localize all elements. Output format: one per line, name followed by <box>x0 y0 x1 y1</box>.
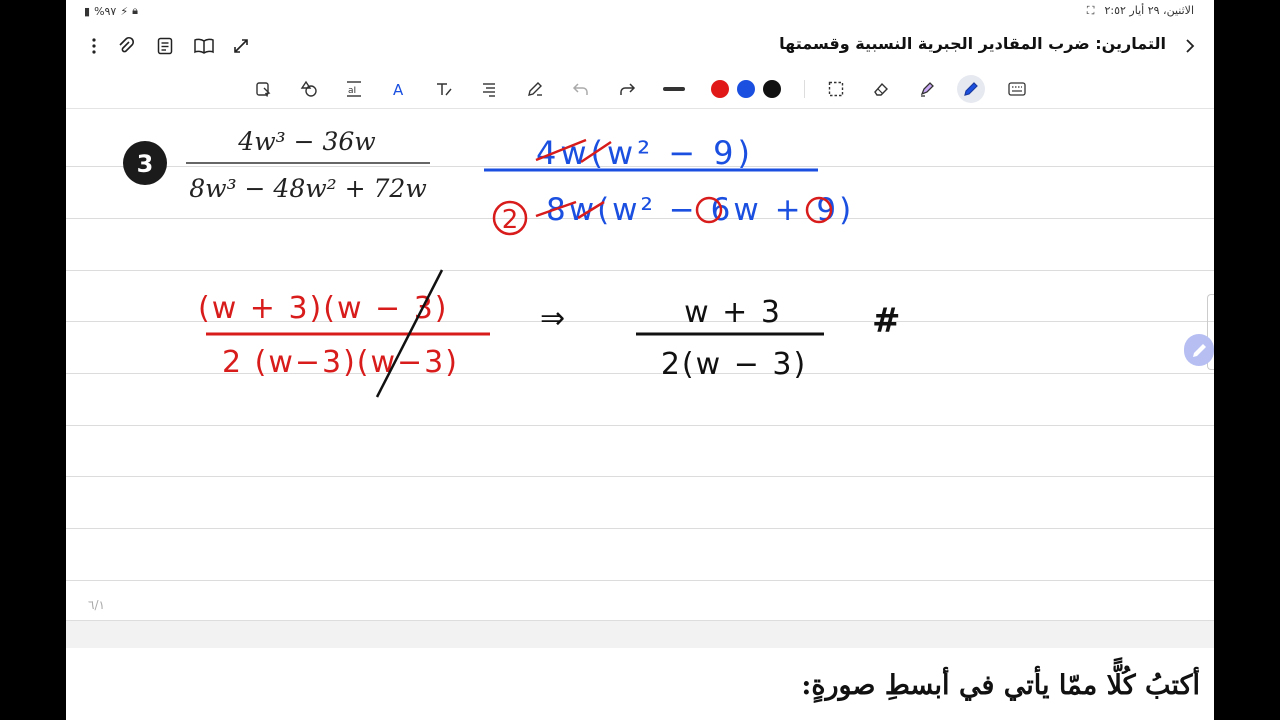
redo-button[interactable] <box>613 75 641 103</box>
book-icon <box>194 38 214 54</box>
expand-button[interactable] <box>227 32 255 60</box>
status-bar: ▮ %٩٧ ⚡ 🔒︎ الاثنين، ٢٩ أيار ٢:٥٢ ⛶ <box>66 0 1214 24</box>
pen-edit-icon <box>528 82 542 96</box>
lasso-select-icon <box>256 82 271 97</box>
more-options-button[interactable] <box>80 32 108 60</box>
chevron-right-icon <box>1186 39 1195 53</box>
lasso-tool[interactable] <box>822 75 850 103</box>
page-list-button[interactable] <box>151 32 179 60</box>
reading-mode-button[interactable] <box>190 32 218 60</box>
circled-two: 2 <box>502 205 519 235</box>
dashed-select-icon <box>828 81 844 97</box>
svg-text:aI: aI <box>348 86 356 96</box>
pen-icon <box>964 82 978 96</box>
color-blue-swatch[interactable] <box>737 80 755 98</box>
status-datetime: الاثنين، ٢٩ أيار ٢:٥٢ <box>1104 4 1195 17</box>
fullscreen-icon: ⛶ <box>1086 4 1095 17</box>
battery-icon: ▮ <box>84 4 91 18</box>
drawing-toolbar: aI A <box>66 70 1214 109</box>
note-canvas[interactable]: 3 4w³ − 36w 8w³ − 48w² + 72w 4w(w² − 9) … <box>66 110 1214 620</box>
select-tool[interactable] <box>250 75 278 103</box>
more-icon <box>92 38 96 54</box>
lock-icon: 🔒︎ <box>132 4 138 17</box>
exercise-numerator: 4w³ − 36w <box>237 127 375 156</box>
shapes-tool[interactable] <box>295 75 323 103</box>
highlighter-icon <box>920 82 934 97</box>
note-title: التمارين: ضرب المقادير الجبرية النسبية و… <box>779 34 1166 53</box>
handwriting-a-icon: A <box>393 81 404 99</box>
text-tool[interactable] <box>430 75 458 103</box>
next-page: أكتبُ كُلًّا ممّا يأتي في أبسطِ صورةٍ: <box>66 648 1214 720</box>
text-tool-icon <box>437 83 452 96</box>
expand-icon <box>234 39 248 53</box>
result-numerator: w + 3 <box>684 295 782 330</box>
attach-button[interactable] <box>112 32 140 60</box>
page-gap <box>66 620 1214 649</box>
align-icon <box>483 83 495 97</box>
red-numerator: (w + 3)(w − 3) <box>198 291 448 326</box>
page-indicator: ٦/١ <box>88 598 105 612</box>
eraser-tool[interactable] <box>867 75 895 103</box>
undo-icon <box>572 83 588 95</box>
text-box-icon: aI <box>347 81 361 97</box>
stroke-width-icon <box>663 87 685 91</box>
exercise-denominator: 8w³ − 48w² + 72w <box>189 174 426 203</box>
align-tool[interactable] <box>475 75 503 103</box>
app-header: التمارين: ضرب المقادير الجبرية النسبية و… <box>66 24 1214 68</box>
result-denominator: 2(w − 3) <box>661 347 807 382</box>
blue-factored-numerator: 4w(w² − 9) <box>536 134 754 172</box>
highlighter-tool[interactable] <box>913 75 941 103</box>
shapes-icon <box>300 80 317 97</box>
keyboard-button[interactable] <box>1003 75 1031 103</box>
keyboard-icon <box>1008 82 1026 96</box>
charging-icon: ⚡ <box>120 4 129 18</box>
red-denominator: 2 (w−3)(w−3) <box>222 345 459 380</box>
next-page-instruction: أكتبُ كُلًّا ممّا يأتي في أبسطِ صورةٍ: <box>801 670 1200 701</box>
document-icon <box>157 37 173 55</box>
color-black-swatch[interactable] <box>763 80 781 98</box>
final-answer-mark: # <box>872 301 901 341</box>
stroke-width-button[interactable] <box>660 75 688 103</box>
redo-icon <box>620 83 636 95</box>
toolbar-divider <box>804 80 805 98</box>
notes-app: ▮ %٩٧ ⚡ 🔒︎ الاثنين، ٢٩ أيار ٢:٥٢ ⛶ التما… <box>66 0 1214 720</box>
pen-float-icon <box>1193 344 1206 357</box>
text-box-tool[interactable]: aI <box>340 75 368 103</box>
paperclip-icon <box>119 36 135 53</box>
color-red-swatch[interactable] <box>711 80 729 98</box>
pen-tool[interactable] <box>957 75 985 103</box>
handwriting-to-text-tool[interactable]: A <box>385 75 413 103</box>
svg-text:A: A <box>393 81 404 99</box>
exercise-number: 3 <box>137 150 154 178</box>
undo-button[interactable] <box>567 75 595 103</box>
pen-settings-tool[interactable] <box>521 75 549 103</box>
ink-layer: 3 4w³ − 36w 8w³ − 48w² + 72w 4w(w² − 9) … <box>123 127 901 398</box>
floating-pen-button[interactable] <box>1184 334 1214 366</box>
back-button[interactable] <box>1176 32 1204 60</box>
eraser-icon <box>874 82 888 96</box>
battery-level: %٩٧ <box>94 4 117 18</box>
implies-arrow: ⇒ <box>540 301 565 336</box>
